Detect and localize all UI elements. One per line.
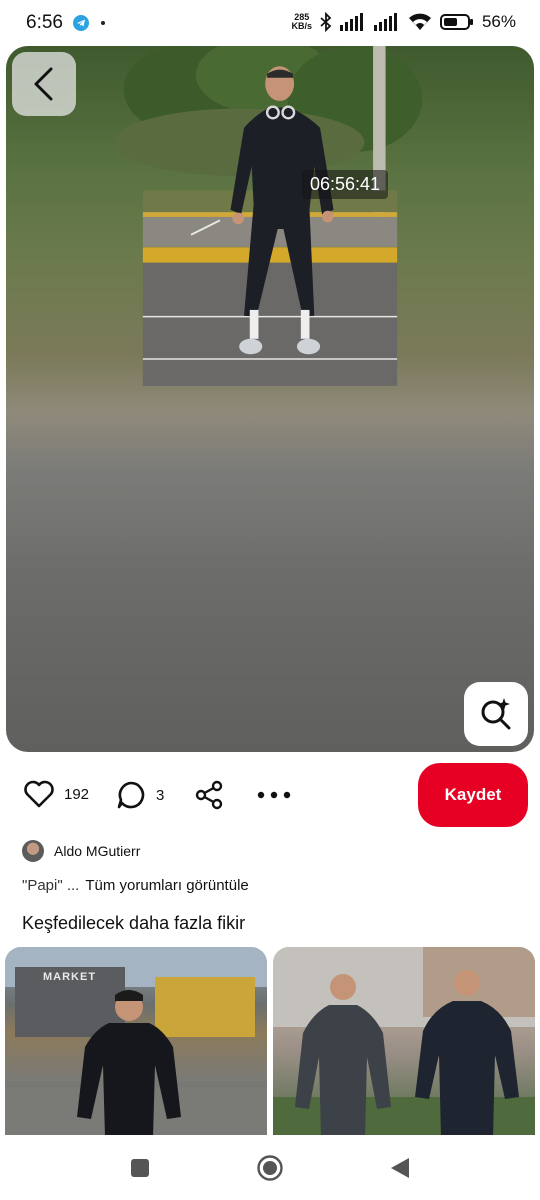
comment-count: 3 [156,786,165,804]
more-icon [257,791,291,799]
network-speed: 285 KB/s [291,13,312,31]
comment-preview-row: "Papi" ... Tüm yorumları görüntüle [22,877,249,894]
signal-icon [339,13,366,31]
network-speed-unit: KB/s [291,21,312,31]
like-count: 192 [64,785,90,803]
recents-button[interactable] [120,1148,160,1188]
home-button[interactable] [250,1148,290,1188]
pin-actions: 192 3 Kaydet [0,760,540,830]
heart-icon [24,780,54,808]
related-pin-image [273,947,535,1137]
system-back-button[interactable] [380,1148,420,1188]
share-icon [195,780,223,810]
share-button[interactable] [194,780,224,810]
battery-percent: 56% [481,12,516,31]
save-button[interactable]: Kaydet [418,763,528,827]
pin-image[interactable]: 06:56:41 [6,46,534,752]
comment-button[interactable]: 3 [116,780,164,810]
status-indicators: 285 KB/s 56% [291,12,516,32]
status-time: 6:56 [26,12,63,33]
wifi-icon [408,13,432,31]
photo-background [113,46,423,386]
related-pin[interactable] [273,947,535,1137]
back-button[interactable] [12,52,76,116]
system-nav-bar [0,1135,540,1200]
visual-search-icon [481,698,511,730]
visual-search-button[interactable] [464,682,528,746]
telegram-icon [72,15,89,31]
status-bar: 6:56 285 KB/s 56% [0,0,540,46]
view-all-comments-link[interactable]: Tüm yorumları görüntüle [85,877,248,894]
market-sign-text: MARKET [43,971,97,983]
back-icon [34,67,53,101]
like-button[interactable]: 192 [24,780,89,808]
related-pin[interactable]: MARKET [5,947,267,1137]
avatar[interactable] [22,840,44,862]
more-ideas-title: Keşfedilecek daha fazla fikir [22,913,246,933]
battery-icon [439,13,474,31]
timestamp-overlay: 06:56:41 [302,170,389,199]
author-row[interactable]: Aldo MGutierr [22,840,140,862]
comment-preview: "Papi" ... [22,877,80,894]
author-name[interactable]: Aldo MGutierr [54,843,140,859]
stop-icon [131,1158,149,1177]
home-icon [257,1154,283,1181]
signal-icon [373,13,400,31]
back-triangle-icon [391,1157,409,1178]
notification-dot-icon [100,21,105,25]
bluetooth-icon [320,12,332,32]
comment-icon [117,781,145,809]
more-options-button[interactable] [256,780,292,810]
